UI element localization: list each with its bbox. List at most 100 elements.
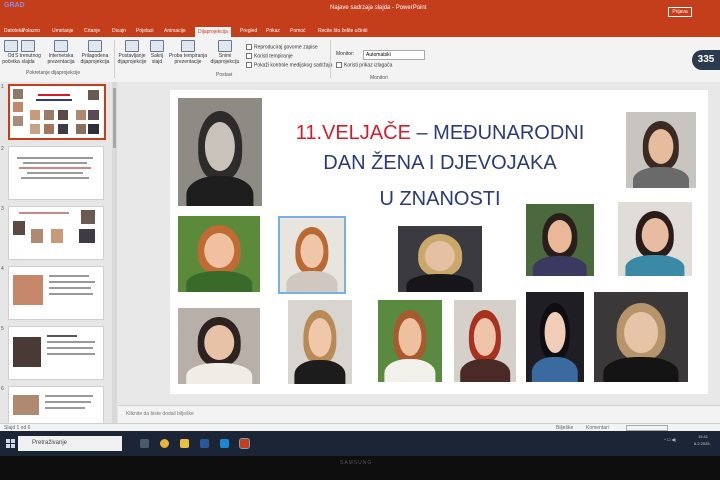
- media-controls-checkbox[interactable]: Pokaži kontrole medijskog sadržaja: [246, 62, 332, 68]
- windows-start-icon[interactable]: [6, 439, 16, 449]
- play-current-icon: [21, 40, 35, 52]
- file-explorer-icon[interactable]: [180, 439, 189, 448]
- thumb-line: [45, 401, 91, 403]
- slide-number: 4: [1, 266, 4, 272]
- rehearse-timings-button[interactable]: Proba tempiranja prezentacije: [168, 40, 208, 65]
- tell-me-box[interactable]: Recite što želite učiniti: [318, 28, 367, 34]
- slide-number: 3: [1, 206, 4, 212]
- presenter-view-checkbox[interactable]: Koristi prikaz izlagača: [336, 62, 392, 68]
- thumb-line: [45, 407, 85, 409]
- tab-draw[interactable]: Crtanje: [84, 28, 100, 34]
- online-present-button[interactable]: Internetska prezentacija: [46, 40, 76, 65]
- portrait-photo: [594, 292, 688, 382]
- slide-thumbnail-1[interactable]: [8, 84, 106, 140]
- tab-transitions[interactable]: Prijelazi: [136, 28, 154, 34]
- sign-in-button[interactable]: Prijava: [668, 7, 692, 17]
- thumb-line: [49, 287, 91, 289]
- portrait-photo: [618, 202, 692, 276]
- portrait-photo: [398, 226, 482, 292]
- tab-view[interactable]: Prikaz: [266, 28, 280, 34]
- custom-show-button[interactable]: Prilagođena dijaprojekcija: [78, 40, 112, 65]
- thumbnail-scrollbar[interactable]: [112, 82, 117, 428]
- ribbon-divider: [330, 40, 331, 78]
- slide-canvas[interactable]: 11.VELJAČE – MEĐUNARODNI DAN ŽENA I DJEV…: [170, 90, 708, 394]
- tab-review[interactable]: Pregled: [240, 28, 257, 34]
- slide-title-line-2: DAN ŽENA I DJEVOJAKA: [323, 152, 557, 174]
- tab-insert[interactable]: Umetanje: [52, 28, 73, 34]
- thumb-photo: [13, 395, 39, 415]
- checkbox-icon: [336, 62, 342, 68]
- clock-time[interactable]: 15:41: [698, 434, 708, 439]
- slide-thumbnail-5[interactable]: [8, 326, 104, 380]
- portrait-photo: [526, 204, 594, 276]
- portrait-photo: [178, 98, 262, 206]
- thumb-line: [49, 293, 93, 295]
- thumb-photo: [88, 90, 99, 100]
- tab-file[interactable]: Datoteka: [4, 28, 24, 34]
- use-timings-label: Koristi tempiranje: [254, 53, 293, 60]
- thumb-photo: [76, 124, 86, 134]
- stopwatch-icon: [181, 40, 195, 52]
- from-current-label: S trenutnog slajda: [15, 53, 41, 65]
- portrait-photo[interactable]: [278, 216, 346, 294]
- monitor-brand: SAMSUNG: [340, 460, 373, 466]
- slide-thumbnail-4[interactable]: [8, 266, 104, 320]
- group-setup: Postavi: [216, 72, 233, 78]
- media-controls-label: Pokaži kontrole medijskog sadržaja: [254, 62, 333, 69]
- record-show-button[interactable]: Snimi dijaprojekciju: [210, 40, 240, 65]
- checkbox-icon: [246, 62, 252, 68]
- thumb-photo: [13, 221, 25, 235]
- monitor-label: Monitor:: [336, 51, 355, 57]
- slide-number: 2: [1, 146, 4, 152]
- notification-badge[interactable]: 335: [692, 50, 720, 70]
- group-monitors: Monitori: [370, 75, 388, 81]
- checkbox-icon: [246, 44, 252, 50]
- taskbar-search[interactable]: Pretraživanje: [18, 436, 122, 451]
- word-icon[interactable]: [200, 439, 209, 448]
- setup-show-button[interactable]: Postavljanje dijaprojekcije: [116, 40, 148, 65]
- store-icon[interactable]: [220, 439, 229, 448]
- globe-icon: [54, 40, 68, 52]
- taskbar: Pretraživanje ^ ☐ ◀) 15:41 6.2.2025.: [0, 431, 720, 456]
- from-current-button[interactable]: S trenutnog slajda: [14, 40, 42, 65]
- thumb-photo: [31, 229, 43, 243]
- play-narrations-checkbox[interactable]: Reproduciraj govorne zapise: [246, 44, 318, 50]
- thumb-photo: [88, 124, 99, 134]
- thumb-photo: [13, 275, 43, 305]
- group-start-slideshow: Pokretanje dijaprojekcije: [26, 70, 81, 76]
- monitor-dropdown[interactable]: Automatski: [363, 50, 425, 60]
- slide-thumbnail-3[interactable]: [8, 206, 104, 260]
- thumb-photo: [88, 110, 99, 120]
- use-timings-checkbox[interactable]: Koristi tempiranje: [246, 53, 293, 59]
- thumb-photo: [13, 89, 23, 99]
- scrollbar-thumb[interactable]: [113, 88, 116, 148]
- thumb-line: [21, 177, 89, 179]
- hide-slide-button[interactable]: Sakrij slajd: [148, 40, 166, 65]
- tab-animations[interactable]: Animacije: [164, 28, 186, 34]
- custom-show-icon: [88, 40, 102, 52]
- thumb-photo: [51, 229, 63, 243]
- tab-help[interactable]: Pomoć: [290, 28, 306, 34]
- thumb-photo: [76, 110, 86, 120]
- ribbon-divider: [114, 40, 115, 78]
- task-view-icon[interactable]: [140, 439, 149, 448]
- powerpoint-icon[interactable]: [239, 438, 250, 449]
- ribbon-tabs: Datoteka Polazno Umetanje Crtanje Dizajn…: [0, 27, 720, 37]
- clock-date[interactable]: 6.2.2025.: [694, 441, 711, 446]
- tab-design[interactable]: Dizajn: [112, 28, 126, 34]
- slide-thumbnail-2[interactable]: [8, 146, 104, 200]
- thumb-line: [47, 353, 95, 355]
- tab-home[interactable]: Polazno: [22, 28, 40, 34]
- tab-slideshow[interactable]: Dijaprojekcija: [195, 27, 231, 37]
- chrome-icon[interactable]: [160, 439, 169, 448]
- checkbox-icon: [246, 53, 252, 59]
- thumb-photo: [44, 124, 54, 134]
- portrait-photo: [178, 308, 260, 384]
- thumb-photo: [30, 110, 40, 120]
- thumb-line: [17, 157, 93, 159]
- notes-pane[interactable]: Kliknite da biste dodali bilješke: [118, 405, 720, 424]
- setup-icon: [125, 40, 139, 52]
- thumb-line: [19, 212, 69, 214]
- title-date: 11.VELJAČE: [295, 122, 411, 144]
- system-tray[interactable]: ^ ☐ ◀): [664, 437, 676, 442]
